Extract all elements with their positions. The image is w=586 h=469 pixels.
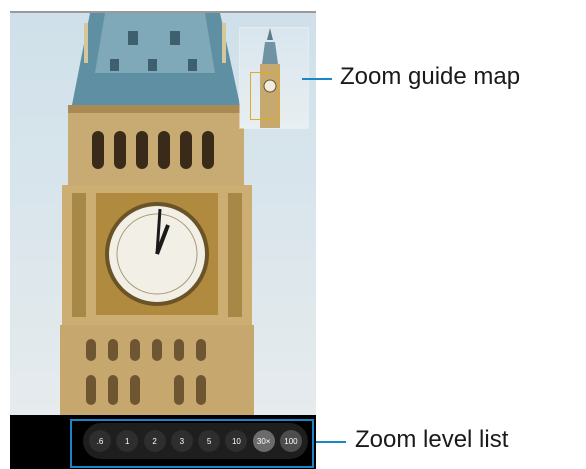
guide-map-frame — [250, 72, 280, 120]
phone-screen: .6 1 2 3 5 10 30× 100 — [10, 11, 316, 469]
zoom-guide-map-callout-line — [302, 78, 332, 80]
zoom-guide-map — [240, 28, 308, 128]
zoom-level-list-label: Zoom level list — [355, 426, 509, 453]
zoom-level-list-callout-line — [316, 441, 346, 443]
zoom-level-list-highlight — [70, 419, 314, 468]
zoom-guide-map-label: Zoom guide map — [340, 63, 521, 90]
camera-viewfinder[interactable] — [10, 13, 316, 415]
